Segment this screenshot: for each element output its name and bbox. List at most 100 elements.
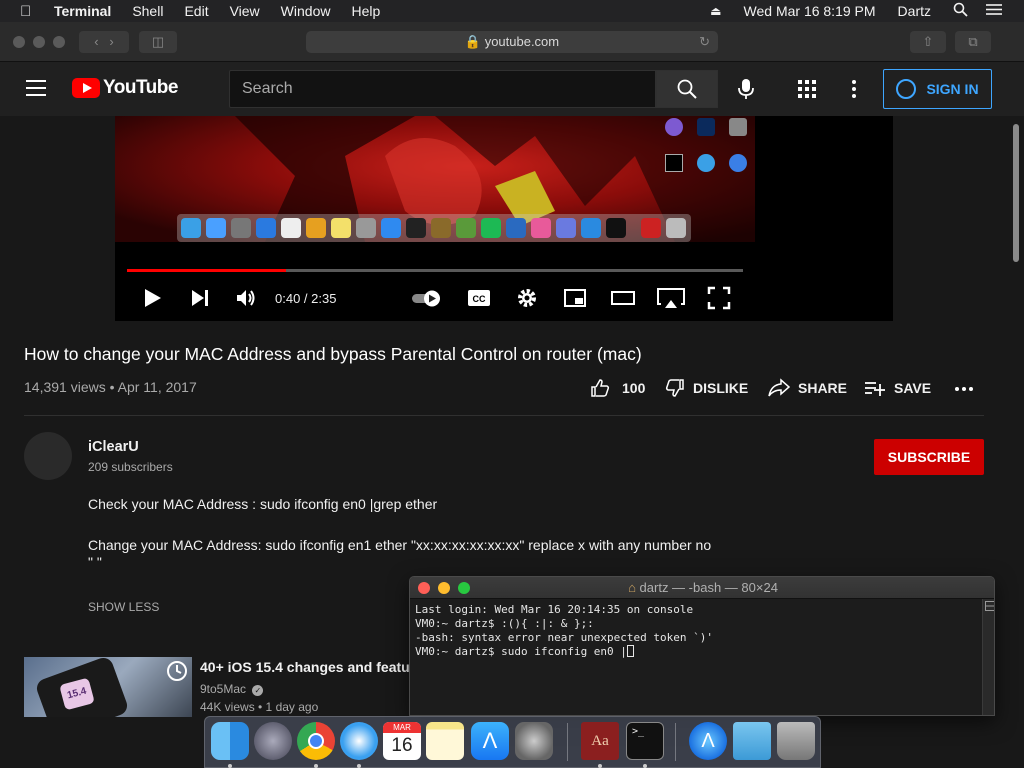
fullscreen-icon[interactable] [707,286,731,310]
launchpad-icon[interactable] [254,722,292,760]
terminal-line: Last login: Wed Mar 16 20:14:35 on conso… [415,603,694,616]
progress-bar[interactable] [127,269,743,272]
terminal-titlebar[interactable]: ⌂ dartz — -bash — 80×24 [410,577,994,599]
captions-icon[interactable]: CC [467,286,491,310]
terminal-line: VM0:~ dartz$ :(){ :|: & };: [415,617,594,630]
split-pane-icon[interactable] [985,601,995,611]
terminal-icon[interactable]: >_ [626,722,664,760]
menu-user[interactable]: Dartz [898,3,931,19]
menu-shell[interactable]: Shell [132,3,163,19]
address-bar[interactable]: 🔒 youtube.com ↻ [306,31,718,53]
terminal-scrollbar[interactable] [982,599,995,715]
calendar-icon[interactable]: MAR 16 [383,722,421,760]
system-preferences-icon[interactable] [515,722,553,760]
close-window-button[interactable] [13,36,25,48]
more-actions-icon[interactable] [955,386,973,392]
video-player[interactable]: 0:40 / 2:35 CC [115,116,893,321]
dock-separator [675,723,676,761]
dictionary-icon[interactable]: Aa [581,722,619,760]
calendar-month: MAR [383,722,421,733]
settings-gear-icon[interactable] [515,286,539,310]
scroll-thumb[interactable] [1013,124,1019,262]
menu-window[interactable]: Window [281,3,331,19]
reload-icon[interactable]: ↻ [699,31,710,53]
running-indicator [357,764,361,768]
playlist-add-icon [865,382,885,396]
minimize-window-button[interactable] [33,36,45,48]
share-icon[interactable]: ⇧ [910,31,946,53]
sign-in-label: SIGN IN [926,81,979,97]
lock-icon: 🔒 [464,34,482,49]
share-button[interactable]: SHARE [768,378,847,398]
sign-in-button[interactable]: SIGN IN [883,69,992,109]
recommended-title[interactable]: 40+ iOS 15.4 changes and features [200,659,410,675]
description-line: Change your MAC Address: sudo ifconfig e… [88,537,712,553]
dislike-button[interactable]: DISLIKE [665,378,748,398]
menu-app-name[interactable]: Terminal [54,3,111,19]
channel-avatar[interactable] [24,432,72,480]
control-center-icon[interactable] [986,3,1002,19]
next-icon[interactable] [188,286,212,310]
description-line: Check your MAC Address : sudo ifconfig e… [88,496,438,512]
page-scrollbar[interactable] [1008,116,1024,768]
save-button[interactable]: SAVE [864,378,931,398]
menu-help[interactable]: Help [351,3,380,19]
recommended-thumbnail[interactable]: 15.4 [24,657,192,717]
app-store-icon[interactable]: Λ [471,722,509,760]
tabs-overview-icon[interactable]: ⧉ [955,31,991,53]
terminal-title-text: dartz — -bash — 80×24 [639,580,778,595]
time-display: 0:40 / 2:35 [275,291,337,306]
folder-icon[interactable] [733,722,771,760]
video-meta: 14,391 views • Apr 11, 2017 [24,379,197,395]
channel-name[interactable]: iClearU [88,439,139,455]
spotlight-icon[interactable] [953,2,968,20]
miniplayer-icon[interactable] [563,286,587,310]
youtube-play-icon [72,78,100,98]
apps-grid-icon[interactable] [798,80,816,98]
microphone-icon[interactable] [735,78,757,100]
terminal-window[interactable]: ⌂ dartz — -bash — 80×24 Last login: Wed … [409,576,995,716]
youtube-logo[interactable]: YouTube [72,77,178,98]
thumbs-down-icon [665,379,684,397]
verified-icon: ✓ [252,685,264,696]
calendar-day: 16 [391,735,413,756]
browser-toolbar: ‹ › ◫ 🔒 youtube.com ↻ ⇧ ⧉ [0,22,1024,62]
zoom-window-button[interactable] [53,36,65,48]
menu-icon[interactable] [26,80,46,96]
apple-menu-icon[interactable]:  [20,3,36,20]
trash-icon[interactable] [777,722,815,760]
menu-view[interactable]: View [230,3,260,19]
back-forward-buttons[interactable]: ‹ › [79,31,129,53]
youtube-logo-text: YouTube [103,77,178,98]
running-indicator [228,764,232,768]
autoplay-toggle[interactable] [411,286,445,310]
chrome-icon[interactable] [297,722,335,760]
more-options-icon[interactable] [846,80,862,98]
eject-icon[interactable]: ⏏ [710,4,721,18]
play-icon[interactable] [140,286,164,310]
share-arrow-icon [768,378,790,397]
terminal-output[interactable]: Last login: Wed Mar 16 20:14:35 on conso… [415,603,980,659]
menu-clock[interactable]: Wed Mar 16 8:19 PM [744,3,876,19]
safari-icon[interactable] [340,722,378,760]
sidebar-toggle-icon[interactable]: ◫ [139,31,177,53]
notes-icon[interactable] [426,722,464,760]
app-store-downloads-icon[interactable]: Λ [689,722,727,760]
search-button[interactable] [656,70,718,108]
video-title: How to change your MAC Address and bypas… [24,344,642,364]
terminal-prompt-line: VM0:~ dartz$ sudo ifconfig en0 | [415,645,980,659]
airplay-icon[interactable] [657,286,685,310]
watch-later-icon[interactable] [166,660,188,682]
terminal-line: VM0:~ dartz$ sudo ifconfig en0 | [415,645,627,658]
search-input[interactable]: Search [229,70,656,108]
finder-icon[interactable] [211,722,249,760]
subscribe-button[interactable]: SUBSCRIBE [874,439,984,475]
theater-mode-icon[interactable] [611,286,635,310]
volume-icon[interactable] [234,286,258,310]
recommended-channel-name: 9to5Mac [200,682,247,696]
show-less-button[interactable]: SHOW LESS [88,600,159,614]
menu-edit[interactable]: Edit [184,3,208,19]
terminal-title: ⌂ dartz — -bash — 80×24 [410,577,994,599]
like-button[interactable]: 100 [590,378,645,398]
desktop-icons [663,118,753,188]
